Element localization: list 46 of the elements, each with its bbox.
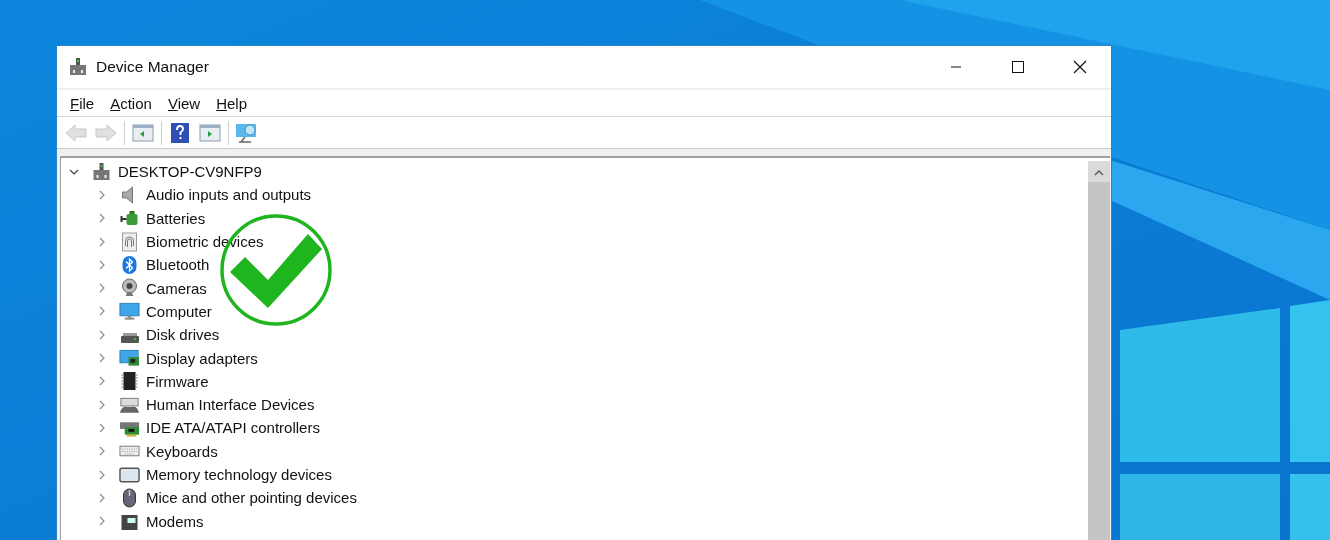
tree-item[interactable]: Batteries	[146, 209, 206, 227]
expand-icon[interactable]	[97, 492, 107, 503]
expand-icon[interactable]	[97, 516, 107, 527]
tree-item[interactable]: Audio inputs and outputs	[146, 186, 312, 204]
expand-icon[interactable]	[97, 353, 107, 363]
chip-icon	[119, 371, 140, 392]
tree-item[interactable]: Bluetooth	[146, 256, 210, 274]
fingerprint-icon	[119, 231, 140, 252]
expand-icon[interactable]	[97, 329, 107, 340]
window-title: Device Manager	[96, 58, 209, 76]
expand-icon[interactable]	[97, 236, 107, 247]
menu-item[interactable]: Help	[208, 94, 255, 112]
drive-icon	[120, 332, 140, 343]
maximize-icon	[1012, 61, 1024, 73]
tree-item[interactable]: Keyboards	[146, 442, 218, 460]
expand-icon[interactable]	[97, 422, 107, 433]
expand-icon[interactable]	[97, 259, 107, 270]
webcam-icon	[119, 278, 140, 299]
tree-item[interactable]: Display adapters	[146, 349, 258, 367]
tree-item[interactable]: Human Interface Devices	[146, 396, 315, 414]
tree-item[interactable]: Computer	[146, 302, 212, 320]
tree-item[interactable]: Mice and other pointing devices	[146, 489, 357, 507]
tree-item[interactable]: Modems	[146, 512, 204, 530]
expand-icon[interactable]	[97, 399, 107, 410]
display-adapter-icon	[119, 348, 140, 368]
tree-item[interactable]: Memory technology devices	[146, 466, 332, 483]
expand-icon[interactable]	[97, 446, 107, 457]
menu-item[interactable]: Action	[102, 94, 160, 112]
tree-item[interactable]: Disk drives	[146, 326, 220, 344]
tree-item[interactable]: DESKTOP-CV9NFP9	[118, 163, 262, 181]
scroll-up-icon[interactable]	[1094, 170, 1104, 176]
expand-icon[interactable]	[97, 376, 107, 387]
expand-icon[interactable]	[97, 189, 107, 200]
close-icon	[1073, 60, 1087, 74]
computer-icon	[68, 57, 88, 77]
tree-item[interactable]: Firmware	[146, 372, 209, 390]
computer-icon	[91, 161, 112, 182]
expand-icon[interactable]	[97, 469, 107, 480]
tree-item[interactable]: Cameras	[146, 279, 207, 297]
tree-item[interactable]: IDE ATA/ATAPI controllers	[146, 419, 320, 437]
menu-item[interactable]: File	[62, 94, 103, 112]
expand-icon[interactable]	[97, 283, 107, 294]
expand-icon[interactable]	[97, 306, 107, 317]
expand-icon[interactable]	[97, 213, 107, 224]
menu-item[interactable]: View	[159, 94, 209, 112]
monitor-icon	[119, 301, 140, 322]
